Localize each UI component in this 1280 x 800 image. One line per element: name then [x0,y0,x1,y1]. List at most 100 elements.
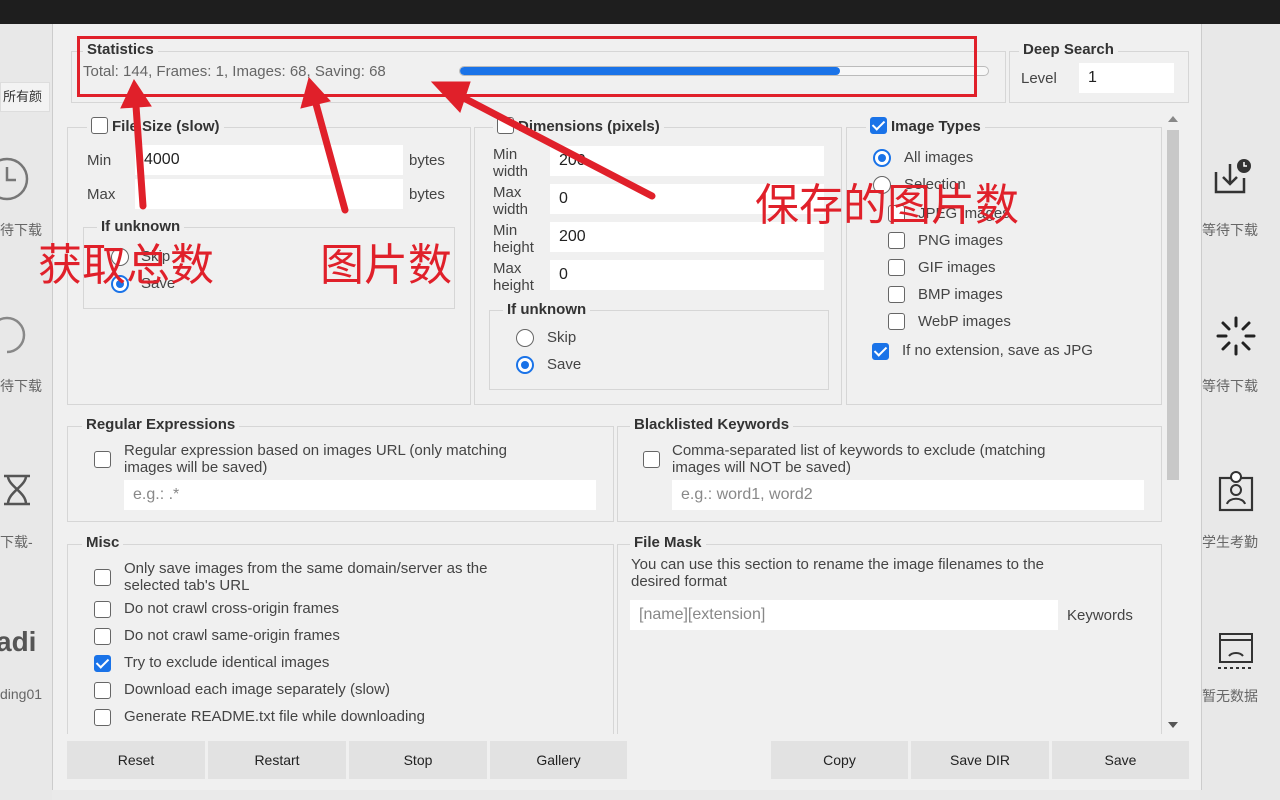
webp-checkbox[interactable] [888,313,905,330]
png-label: PNG images [918,232,1004,249]
save-dir-button[interactable]: Save DIR [911,741,1049,779]
all-images-radio[interactable] [873,149,891,167]
dimensions-skip-radio[interactable] [516,329,534,347]
image-downloader-options-dialog: Statistics Total: 144, Frames: 1, Images… [52,24,1202,790]
deep-search-title: Deep Search [1019,41,1118,59]
no-extension-jpg-label: If no extension, save as JPG [902,342,1093,359]
annotation-images: 图片数 [320,240,452,291]
bmp-checkbox[interactable] [888,286,905,303]
no-same-origin-label: Do not crawl same-origin frames [124,627,340,644]
max-height-label: Max height [493,260,534,294]
max-size-input[interactable] [135,179,403,209]
background-left-column: 所有颜 待下载 待下载 下载- adi ding01 [0,24,52,800]
options-scrollbar[interactable] [1165,116,1181,728]
background-left-label: 待下载 [0,222,42,238]
file-mask-title: File Mask [630,534,706,552]
annotation-total: 获取总数 [38,240,214,291]
level-label: Level [1021,70,1057,87]
dimensions-if-unknown-group [489,310,829,390]
dimensions-title-row: Dimensions (pixels) [493,117,664,136]
scroll-up-arrow-icon[interactable] [1168,116,1178,122]
gallery-button[interactable]: Gallery [490,741,627,779]
dimensions-save-label: Save [547,356,582,373]
regex-input[interactable]: e.g.: .* [124,480,596,510]
file-mask-description: You can use this section to rename the i… [631,556,1045,590]
file-size-checkbox[interactable] [91,117,108,134]
background-right-label: 学生考勤 [1202,534,1258,550]
max-size-unit: bytes [409,186,445,203]
file-mask-input[interactable]: [name][extension] [630,600,1058,630]
file-size-title: File Size (slow) [112,118,220,135]
download-separately-checkbox[interactable] [94,682,111,699]
scrollbar-thumb[interactable] [1167,130,1179,480]
misc-title: Misc [82,534,124,552]
file-size-if-unknown-title: If unknown [97,218,185,236]
no-cross-origin-checkbox[interactable] [94,601,111,618]
generate-readme-label: Generate README.txt file while downloadi… [124,708,425,725]
exclude-identical-label: Try to exclude identical images [124,654,330,671]
image-types-checkbox[interactable] [870,117,887,134]
level-input[interactable]: 1 [1079,63,1174,93]
annotation-saving: 保存的图片数 [755,180,1019,231]
loading-ring-icon [0,316,26,354]
min-height-label: Min height [493,222,534,256]
dimensions-save-radio[interactable] [516,356,534,374]
background-left-label: ding01 [0,686,43,702]
no-cross-origin-label: Do not crawl cross-origin frames [124,600,340,617]
reset-button[interactable]: Reset [67,741,205,779]
copy-button[interactable]: Copy [771,741,908,779]
statistics-highlight-box [77,36,977,97]
gif-checkbox[interactable] [888,259,905,276]
min-width-label: Min width [493,146,529,180]
min-size-unit: bytes [409,152,445,169]
attendance-icon [1218,471,1254,512]
image-types-title-row: Image Types [866,117,985,136]
exclude-identical-checkbox[interactable] [94,655,111,672]
background-left-label: 下载- [0,534,33,550]
regex-description: Regular expression based on images URL (… [124,442,507,476]
max-size-label: Max [87,186,116,203]
min-size-input[interactable]: 4000 [135,145,403,175]
all-images-label: All images [904,149,974,166]
generate-readme-checkbox[interactable] [94,709,111,726]
dimensions-checkbox[interactable] [497,117,514,134]
background-filter-chip: 所有颜 [0,82,50,112]
dimensions-skip-label: Skip [547,329,577,346]
browser-top-bar [0,0,1280,24]
min-width-input[interactable]: 200 [550,146,824,176]
max-height-input[interactable]: 0 [550,260,824,290]
dimensions-if-unknown-title: If unknown [503,301,591,319]
same-domain-label: Only save images from the same domain/se… [124,560,488,594]
webp-label: WebP images [918,313,1011,330]
same-domain-checkbox[interactable] [94,569,111,586]
min-size-label: Min [87,152,112,169]
file-mask-keywords-link[interactable]: Keywords [1067,607,1133,624]
blacklist-description: Comma-separated list of keywords to excl… [672,442,1046,476]
spinner-icon [1216,316,1256,356]
png-checkbox[interactable] [888,232,905,249]
background-right-column: 等待下载 等待下载 学生考勤 暂无数据 [1200,24,1280,800]
gif-label: GIF images [918,259,996,276]
scroll-down-arrow-icon[interactable] [1168,722,1178,728]
stop-button[interactable]: Stop [349,741,487,779]
blacklist-input[interactable]: e.g.: word1, word2 [672,480,1144,510]
regex-title: Regular Expressions [82,416,240,434]
clock-icon [0,157,29,201]
background-right-label: 暂无数据 [1202,688,1258,704]
background-left-label: 待下载 [0,378,42,394]
no-extension-jpg-checkbox[interactable] [872,343,889,360]
download-wait-icon [1214,159,1251,194]
hourglass-icon [4,474,30,506]
restart-button[interactable]: Restart [208,741,346,779]
regex-checkbox[interactable] [94,451,111,468]
max-width-label: Max width [493,184,529,218]
background-right-label: 等待下载 [1202,222,1258,238]
blacklist-title: Blacklisted Keywords [630,416,794,434]
save-button[interactable]: Save [1052,741,1189,779]
no-data-icon [1218,633,1254,669]
no-same-origin-checkbox[interactable] [94,628,111,645]
dimensions-title: Dimensions (pixels) [518,118,660,135]
blacklist-checkbox[interactable] [643,451,660,468]
file-size-title-row: File Size (slow) [87,117,224,136]
download-separately-label: Download each image separately (slow) [124,681,390,698]
